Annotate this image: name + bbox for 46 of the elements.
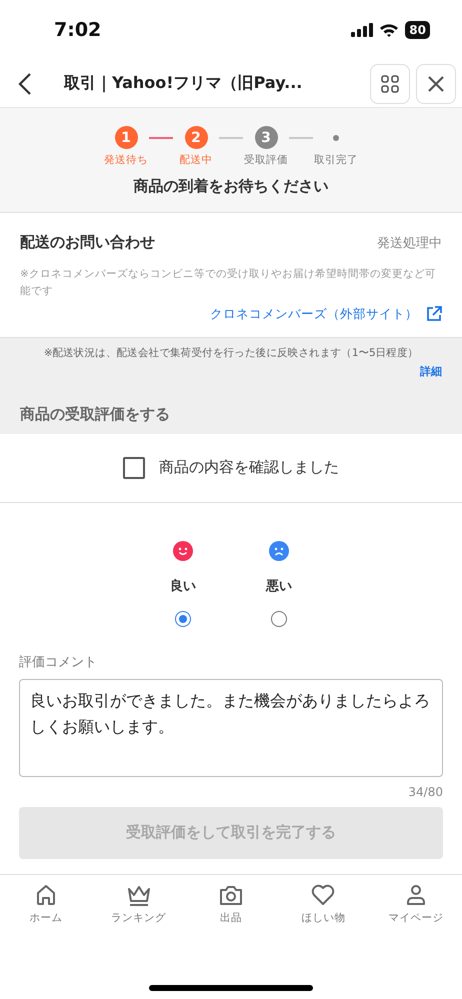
wifi-icon	[379, 23, 400, 37]
step-label: 発送待ち	[104, 153, 148, 167]
rating-label: 良い	[170, 578, 196, 595]
close-icon	[427, 74, 445, 92]
heart-icon	[310, 882, 336, 907]
field-label: 評価コメント	[19, 654, 98, 671]
tab-item[interactable]: ほしい物	[277, 882, 370, 925]
section-heading: 商品の受取評価をする	[20, 404, 171, 425]
step-connector	[149, 137, 173, 139]
status-time: 7:02	[54, 19, 102, 41]
menu-button[interactable]	[370, 64, 410, 104]
step-label: 受取評価	[244, 153, 288, 167]
section-title: 配送のお問い合わせ	[20, 233, 155, 252]
delivery-notice: ※配送状況は、配送会社で集荷受付を行った後に反映されます（1〜5日程度）	[42, 346, 420, 360]
delivery-status: 発送処理中	[377, 234, 442, 252]
step-label: 配送中	[180, 153, 212, 167]
details-link[interactable]: 詳細	[420, 364, 442, 379]
rating-label: 悪い	[266, 578, 292, 595]
checkbox[interactable]	[123, 456, 145, 479]
checkbox-label: 商品の内容を確認しました	[159, 458, 339, 478]
step-connector	[219, 137, 243, 139]
tab-item[interactable]: マイページ	[370, 882, 462, 925]
grid-icon	[381, 74, 399, 92]
external-link[interactable]: クロネコメンバーズ（外部サイト）	[210, 306, 418, 323]
smile-face-icon	[173, 540, 193, 561]
step-number: 2	[184, 126, 208, 149]
delivery-note: ※クロネコメンバーズならコンビニ等での受け取りやお届け希望時間帯の変更など可能です	[20, 267, 437, 299]
sad-face-icon	[269, 540, 289, 561]
close-button[interactable]	[416, 64, 456, 104]
step-label: 取引完了	[314, 153, 358, 167]
external-link-icon	[426, 306, 442, 322]
back-icon	[18, 72, 32, 96]
step-connector	[289, 137, 313, 139]
tab-item[interactable]: ランキング	[92, 882, 185, 925]
tab-item[interactable]: 出品	[184, 882, 278, 925]
page-title: 取引｜Yahoo!フリマ（旧Pay...	[64, 73, 304, 94]
battery-level: 80	[405, 21, 430, 39]
comment-field[interactable]: 良いお取引ができました。また機会がありましたらよろしくお願いします。	[19, 678, 443, 777]
step-number: 3	[254, 126, 278, 149]
step-number: 1	[114, 126, 138, 149]
progress-message: 商品の到着をお待ちください	[132, 177, 330, 196]
character-counter: 34/80	[408, 784, 443, 799]
tab-item[interactable]: ホーム	[0, 882, 92, 925]
radio-button[interactable]	[175, 610, 191, 627]
radio-button[interactable]	[271, 610, 287, 627]
signal-icon	[351, 23, 374, 37]
